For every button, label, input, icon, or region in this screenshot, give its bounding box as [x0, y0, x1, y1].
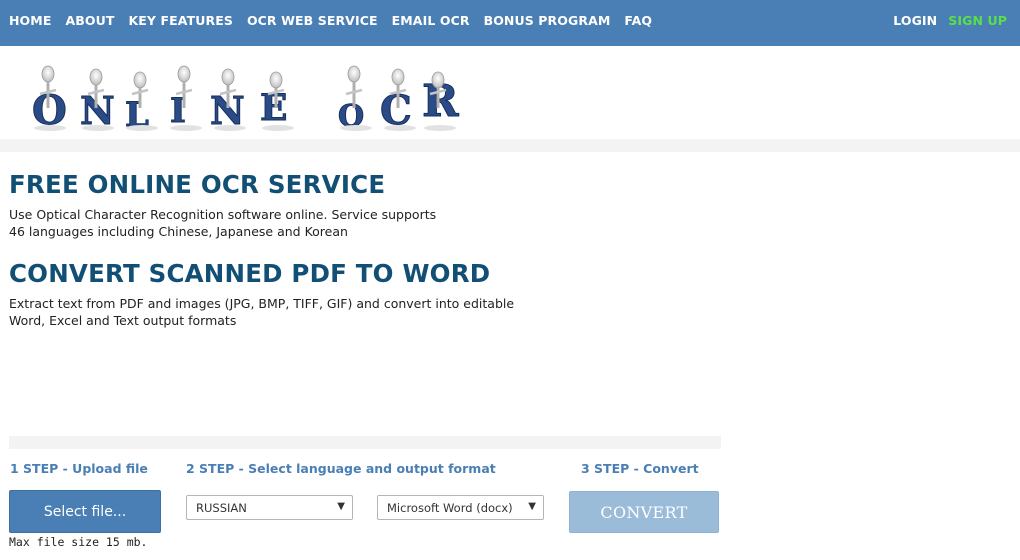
convert-description-line-2: Word, Excel and Text output formats: [9, 313, 237, 328]
service-title: FREE ONLINE OCR SERVICE: [9, 170, 386, 199]
language-select-value: RUSSIAN: [196, 501, 247, 515]
output-format-select[interactable]: Microsoft Word (docx) ▼: [377, 495, 544, 520]
convert-title: CONVERT SCANNED PDF TO WORD: [9, 259, 491, 288]
language-select[interactable]: RUSSIAN ▼: [186, 495, 353, 520]
nav-bonus-program[interactable]: BONUS PROGRAM: [484, 13, 611, 28]
service-description-line-1: Use Optical Character Recognition softwa…: [9, 207, 437, 222]
step-1-label: 1 STEP - Upload file: [10, 461, 148, 476]
steps-divider: [9, 436, 721, 449]
logo-band: ONLINEOCR: [0, 46, 1020, 139]
caret-down-icon: ▼: [337, 501, 345, 512]
logo-divider: [0, 139, 1020, 152]
nav-ocr-web-service[interactable]: OCR WEB SERVICE: [247, 13, 378, 28]
service-description-line-2: 46 languages including Chinese, Japanese…: [9, 224, 348, 239]
convert-description: Extract text from PDF and images (JPG, B…: [9, 295, 514, 329]
step-2-label: 2 STEP - Select language and output form…: [186, 461, 496, 476]
nav-email-ocr[interactable]: EMAIL OCR: [392, 13, 470, 28]
nav-about[interactable]: ABOUT: [65, 13, 114, 28]
max-file-size-note: Max file size 15 mb.: [9, 535, 148, 549]
output-format-select-value: Microsoft Word (docx): [387, 501, 513, 515]
top-navigation: HOME ABOUT KEY FEATURES OCR WEB SERVICE …: [0, 0, 1020, 46]
service-description: Use Optical Character Recognition softwa…: [9, 206, 436, 240]
caret-down-icon: ▼: [528, 501, 536, 512]
step-3-label: 3 STEP - Convert: [581, 461, 699, 476]
nav-faq[interactable]: FAQ: [624, 13, 652, 28]
convert-description-line-1: Extract text from PDF and images (JPG, B…: [9, 296, 515, 311]
convert-button[interactable]: CONVERT: [569, 491, 719, 533]
main-menu: HOME ABOUT KEY FEATURES OCR WEB SERVICE …: [9, 0, 652, 40]
nav-key-features[interactable]: KEY FEATURES: [128, 13, 232, 28]
login-link[interactable]: LOGIN: [893, 13, 937, 28]
nav-home[interactable]: HOME: [9, 13, 51, 28]
select-file-button[interactable]: Select file...: [9, 490, 161, 533]
online-ocr-logo[interactable]: ONLINEOCR: [20, 46, 480, 136]
account-menu: LOGIN SIGN UP: [893, 0, 1007, 40]
signup-link[interactable]: SIGN UP: [948, 13, 1007, 28]
